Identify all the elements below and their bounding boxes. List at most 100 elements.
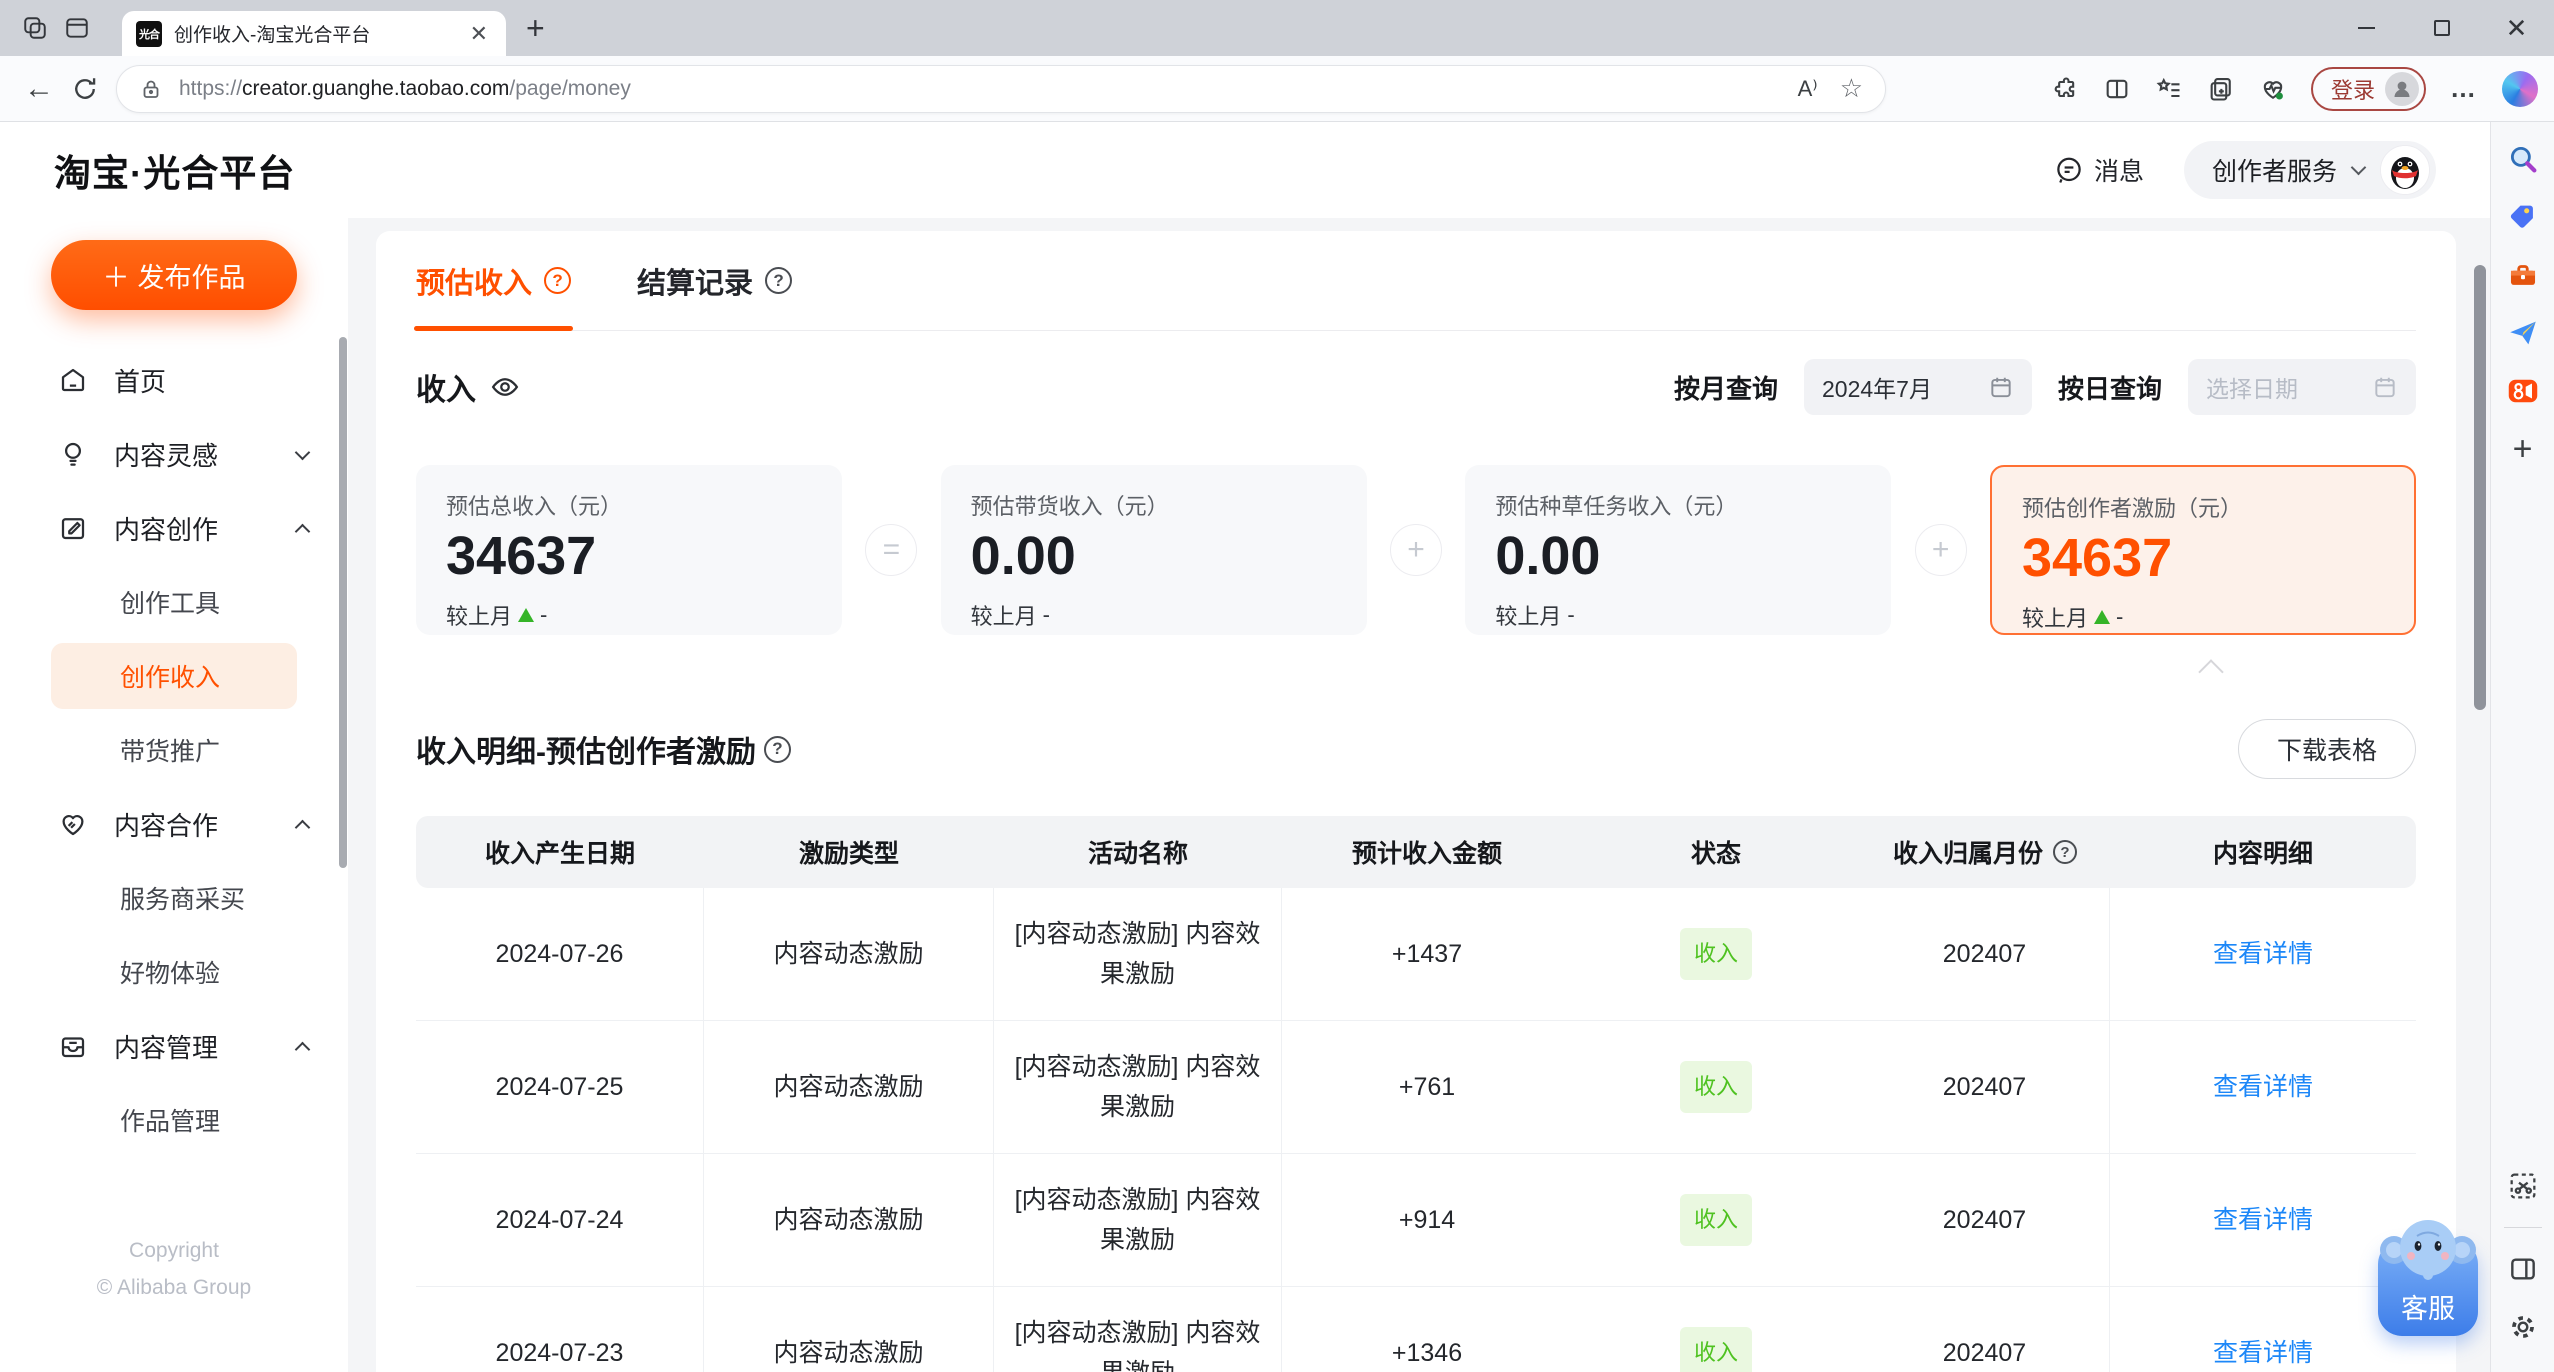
maximize-button[interactable] [2404,0,2479,56]
card-task-income[interactable]: 预估种草任务收入（元） 0.00 较上月 - [1465,465,1892,635]
left-sidebar: ＋发布作品 首页 内容灵感 内容创作 创作工具 创作收入 带货推广 内容合作 服… [0,218,348,1372]
divider [2503,1227,2542,1228]
card-total-income[interactable]: 预估总收入（元） 34637 较上月 - [416,465,842,635]
status-badge: 收入 [1679,1194,1752,1246]
sidebar-item-product-trial[interactable]: 好物体验 [0,935,348,1009]
paper-plane-icon[interactable] [2500,310,2546,356]
shopping-tag-icon[interactable] [2500,194,2546,240]
eye-icon[interactable] [490,372,520,402]
trend-up-icon [2093,610,2110,624]
table-row: 2024-07-24 内容动态激励 [内容动态激励] 内容效果激励 +914 收… [416,1154,2416,1287]
card-creator-incentive[interactable]: 预估创作者激励（元） 34637 较上月 - [1989,465,2416,635]
favorite-star-icon[interactable]: ☆ [1840,73,1863,104]
login-button[interactable]: 登录 [2310,66,2426,111]
side-panel-icon[interactable] [2500,1246,2546,1292]
plus-badge: + [1914,524,1967,576]
split-screen-icon[interactable] [2103,75,2131,103]
view-details-link[interactable]: 查看详情 [2213,1206,2313,1234]
sidebar-item-creation[interactable]: 内容创作 [0,491,348,565]
plus-icon: ＋ [102,262,130,293]
sidebar-item-home[interactable]: 首页 [0,343,348,417]
new-tab-button[interactable]: + [526,10,545,47]
table-row: 2024-07-26 内容动态激励 [内容动态激励] 内容效果激励 +1437 … [416,888,2416,1021]
home-icon [61,368,85,392]
site-header: 淘宝·光合平台 消息 创作者服务 [0,122,2490,218]
address-bar[interactable]: https://creator.guanghe.taobao.com/page/… [116,64,1886,113]
tab-title: 创作收入-淘宝光合平台 [174,25,371,46]
refresh-button[interactable] [62,66,108,112]
sidebar-item-creation-income[interactable]: 创作收入 [51,643,297,709]
sidebar-item-service-purchase[interactable]: 服务商采买 [0,861,348,935]
tab-list-icon[interactable] [56,7,98,49]
tab-close-icon[interactable]: ✕ [466,21,492,47]
status-badge: 收入 [1679,928,1752,980]
kuaishou-icon[interactable] [2500,368,2546,414]
sidebar-item-promotion[interactable]: 带货推广 [0,713,348,787]
main-content: 预估收入 ? 结算记录 ? 收入 按月查询 2024年7月 按日查询 选择日期 … [348,218,2490,1372]
extensions-icon[interactable] [2051,75,2079,103]
day-query-label: 按日查询 [2057,373,2162,404]
view-details-link[interactable]: 查看详情 [2213,940,2313,968]
url-text: https://creator.guanghe.taobao.com/page/… [179,76,631,100]
status-badge: 收入 [1679,1327,1752,1372]
help-icon[interactable]: ? [764,735,791,763]
equals-badge: = [865,524,918,576]
chevron-up-icon [294,819,311,835]
lock-icon [143,80,159,98]
lightbulb-icon [65,442,81,466]
tab-settlement-record[interactable]: 结算记录 ? [637,231,793,330]
add-sidebar-icon[interactable]: + [2500,426,2546,472]
card-commission-income[interactable]: 预估带货收入（元） 0.00 较上月 - [940,465,1367,635]
site-favicon: 光合 [136,20,162,47]
settings-gear-icon[interactable] [2500,1304,2546,1350]
chevron-down-icon [2350,159,2367,176]
browser-tab[interactable]: 光合 创作收入-淘宝光合平台 ✕ [122,11,506,56]
view-details-link[interactable]: 查看详情 [2213,1073,2313,1101]
table-header-row: 收入产生日期 激励类型 活动名称 预计收入金额 状态 收入归属月份? 内容明细 [416,816,2416,888]
month-picker-input[interactable]: 2024年7月 [1803,359,2032,415]
close-button[interactable]: ✕ [2479,0,2554,56]
help-icon[interactable]: ? [544,267,572,294]
minimize-button[interactable] [2329,0,2404,56]
toolbox-icon[interactable] [2500,252,2546,298]
plus-badge: + [1389,524,1442,576]
sidebar-item-creation-tools[interactable]: 创作工具 [0,565,348,639]
read-aloud-icon[interactable] [1798,76,1818,102]
table-row: 2024-07-23 内容动态激励 [内容动态激励] 内容效果激励 +1346 … [416,1287,2416,1372]
copyright: Copyright © Alibaba Group [96,1239,252,1299]
browser-titlebar: 光合 创作收入-淘宝光合平台 ✕ + ✕ [0,0,2554,56]
back-button[interactable]: ← [16,66,62,112]
publish-work-button[interactable]: ＋发布作品 [51,240,297,310]
customer-service-widget[interactable]: 客服 [2376,1212,2480,1336]
chevron-down-icon [294,444,311,460]
trend-up-icon [518,608,535,622]
tab-estimated-income[interactable]: 预估收入 ? [414,231,574,331]
collections-icon[interactable] [2207,75,2235,103]
sidebar-item-inspiration[interactable]: 内容灵感 [0,417,348,491]
site-logo: 淘宝·光合平台 [54,153,296,194]
messages-button[interactable]: 消息 [2054,152,2144,188]
sidebar-item-management[interactable]: 内容管理 [0,1009,348,1083]
search-icon[interactable] [2500,136,2546,182]
heart-hand-icon [62,815,84,836]
settings-more-icon[interactable]: … [2450,73,2478,104]
view-details-link[interactable]: 查看详情 [2213,1339,2313,1367]
sidebar-item-cooperation[interactable]: 内容合作 [0,787,348,861]
edge-sidebar: + [2490,122,2554,1372]
workspaces-icon[interactable] [14,7,56,49]
sidebar-item-works-management[interactable]: 作品管理 [0,1083,348,1157]
calendar-icon [2375,377,2395,398]
screenshot-icon[interactable] [2500,1163,2546,1209]
copilot-icon[interactable] [2502,70,2538,107]
creator-service-dropdown[interactable]: 创作者服务 [2183,141,2436,199]
chevron-up-icon [294,1041,311,1057]
page-scrollbar[interactable] [2474,265,2486,710]
favorites-bar-icon[interactable] [2155,75,2183,103]
day-picker-input[interactable]: 选择日期 [2188,359,2416,415]
help-icon[interactable]: ? [765,267,793,294]
browser-essentials-icon[interactable] [2259,75,2287,103]
help-icon[interactable]: ? [2053,840,2077,864]
sidebar-scrollbar[interactable] [339,337,347,868]
download-table-button[interactable]: 下载表格 [2237,719,2416,779]
qq-avatar[interactable] [2380,145,2430,195]
